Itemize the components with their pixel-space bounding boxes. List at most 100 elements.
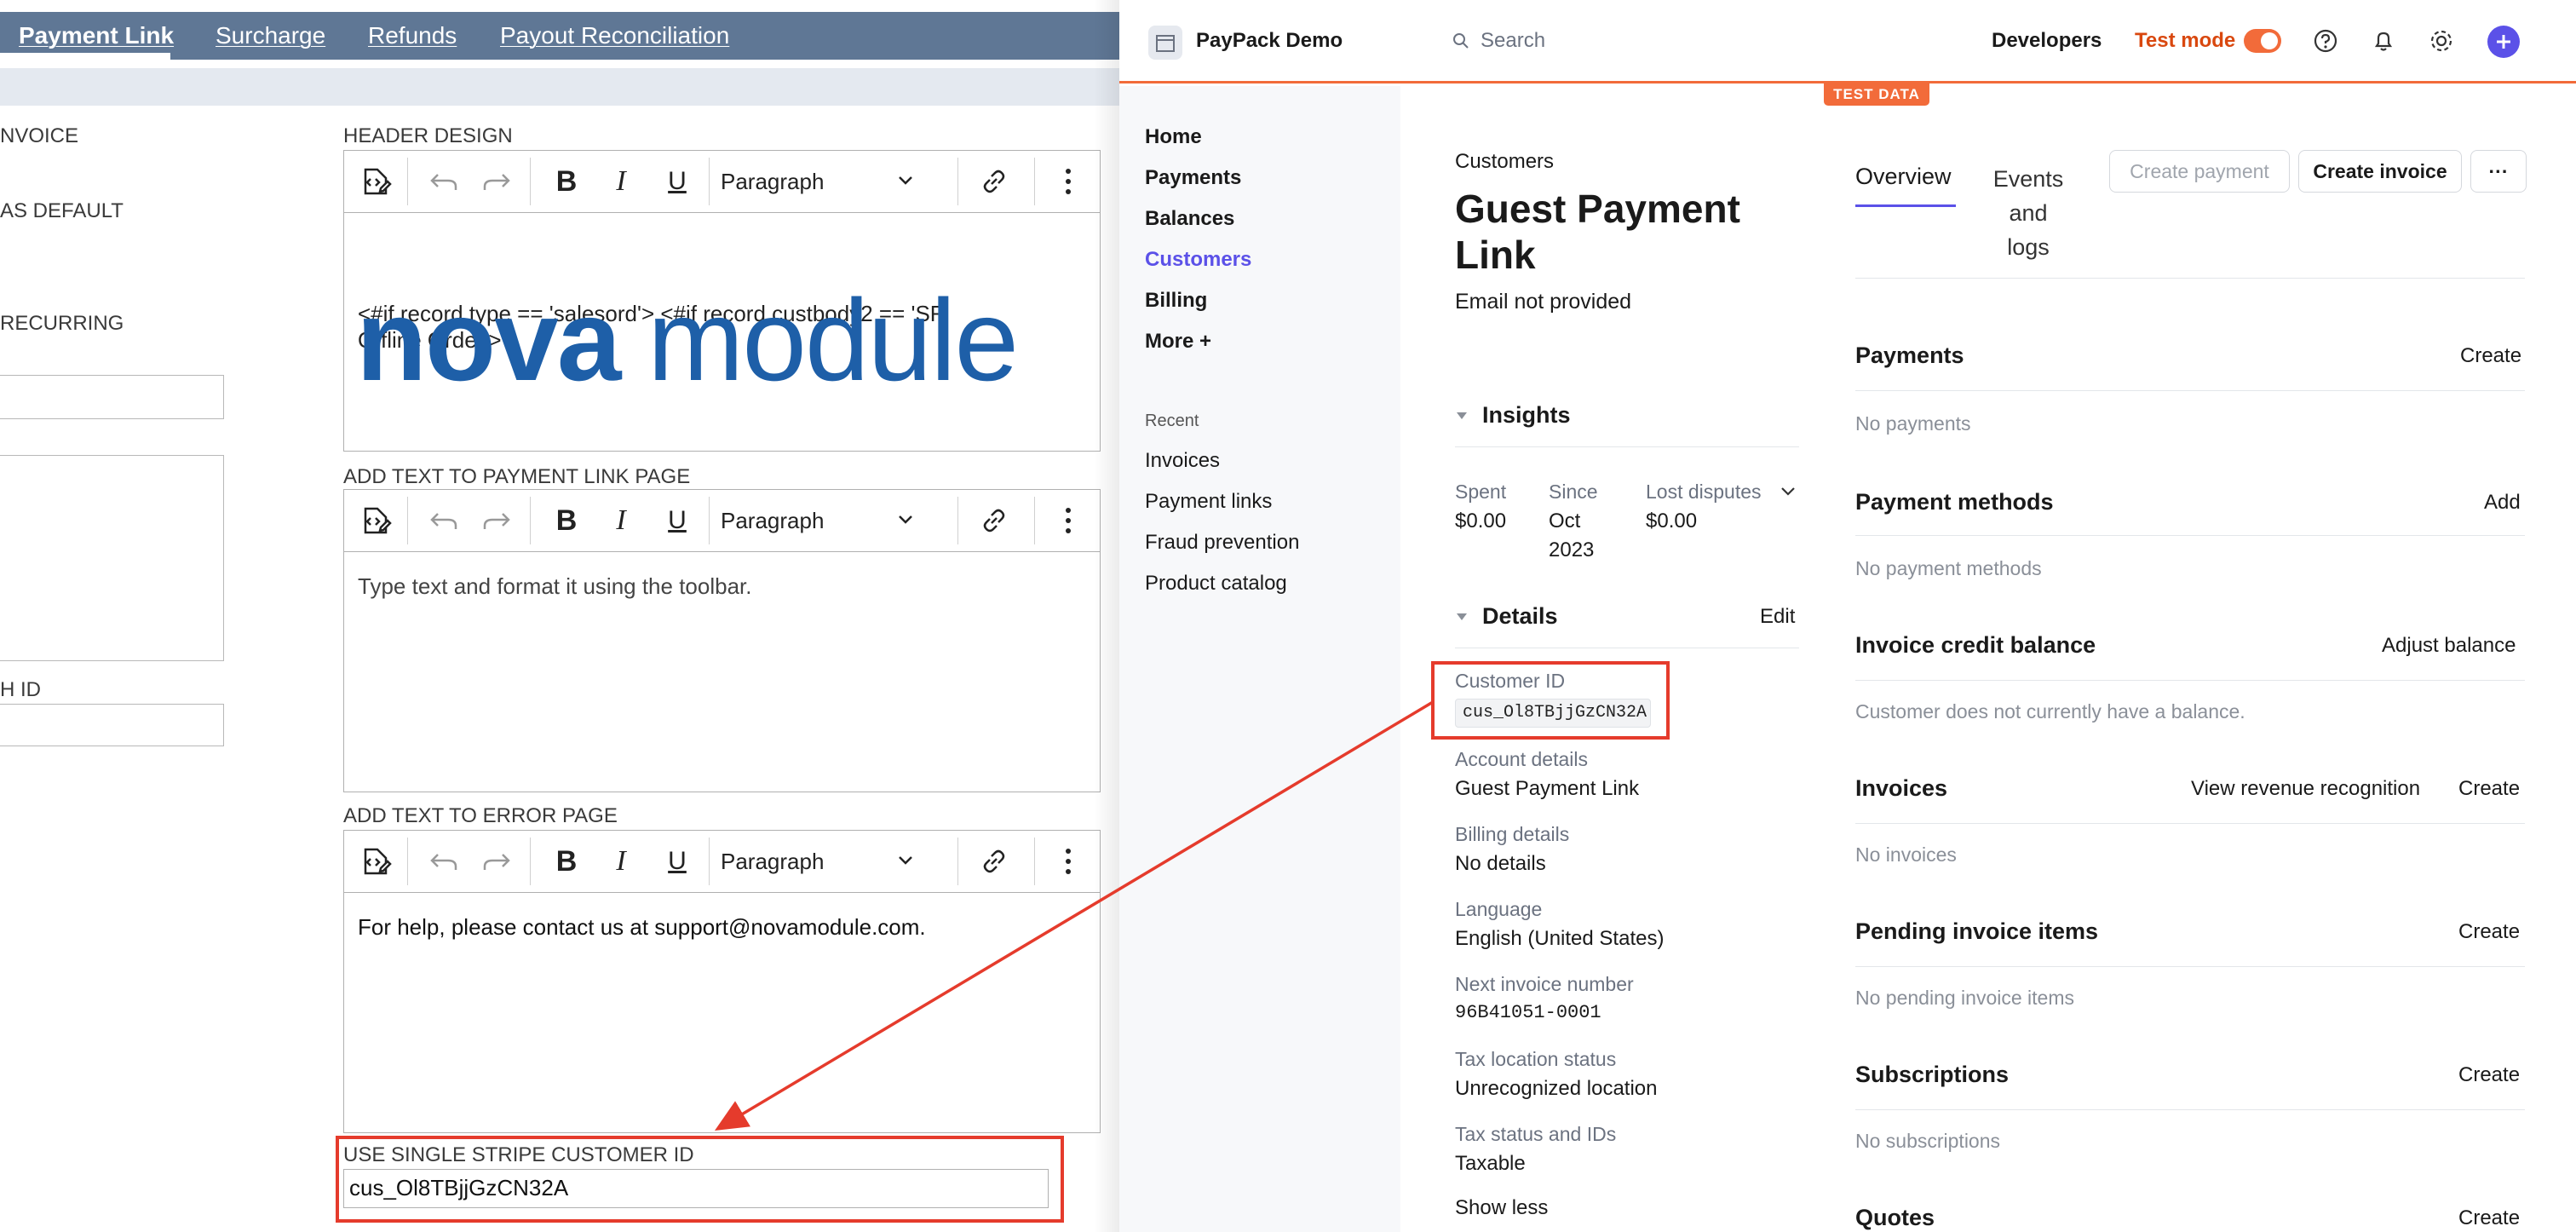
sidebar-item-home[interactable]: Home [1145,125,1202,149]
quotes-create-link[interactable]: Create [2458,1206,2520,1230]
field-label-id: H ID [0,678,41,701]
underline-icon[interactable]: U [653,151,702,212]
more-vertical-icon[interactable] [1043,490,1094,551]
paragraph-format-select[interactable]: Paragraph [710,490,934,551]
payments-create-link[interactable]: Create [2460,344,2521,368]
more-actions-button[interactable]: ··· [2470,150,2527,193]
recent-item-payment-links[interactable]: Payment links [1145,490,1272,514]
gear-icon[interactable] [2428,27,2455,55]
subscriptions-create-link[interactable]: Create [2458,1063,2520,1087]
caret-down-icon[interactable] [1455,409,1469,423]
text-field[interactable] [0,375,224,419]
payment-methods-add-link[interactable]: Add [2484,491,2521,515]
link-icon[interactable] [966,490,1022,551]
insights-title[interactable]: Insights [1482,402,1571,429]
more-vertical-icon[interactable] [1043,151,1094,212]
show-less-link[interactable]: Show less [1455,1196,1548,1220]
id-field[interactable] [0,704,224,746]
credit-balance-section-title: Invoice credit balance [1855,632,2096,658]
paragraph-format-select[interactable]: Paragraph [710,151,934,212]
recent-item-fraud-prevention[interactable]: Fraud prevention [1145,531,1299,555]
create-plus-icon[interactable] [2487,26,2520,58]
bold-icon[interactable]: B [542,151,591,212]
tab-events-and-logs[interactable]: Events and logs [1981,162,2075,264]
account-name[interactable]: PayPack Demo [1196,29,1343,53]
pending-items-create-link[interactable]: Create [2458,920,2520,944]
redo-icon[interactable] [472,831,521,892]
since-label: Since [1549,481,1598,503]
tab-payout-reconciliation[interactable]: Payout Reconciliation [500,22,729,49]
create-invoice-button[interactable]: Create invoice [2298,150,2462,193]
language-label: Language [1455,898,1543,920]
error-page-editor[interactable]: B I U Paragraph For help, please contact… [343,830,1101,1133]
single-customer-id-input[interactable]: cus_Ol8TBjjGzCN32A [343,1169,1049,1208]
store-icon[interactable] [1148,26,1182,60]
view-revenue-recognition-link[interactable]: View revenue recognition [2191,777,2420,801]
test-mode-toggle[interactable] [2244,29,2281,53]
chevron-down-icon [899,856,912,865]
sidebar-item-customers[interactable]: Customers [1145,248,1251,272]
breadcrumb-customers[interactable]: Customers [1455,150,1554,174]
tab-refunds[interactable]: Refunds [368,22,457,49]
adjust-balance-link[interactable]: Adjust balance [2382,634,2516,658]
redo-icon[interactable] [472,490,521,551]
more-vertical-icon[interactable] [1043,831,1094,892]
bold-icon[interactable]: B [542,490,591,551]
tab-overview[interactable]: Overview [1855,164,1952,190]
recent-item-invoices[interactable]: Invoices [1145,449,1220,473]
paragraph-format-select[interactable]: Paragraph [710,831,934,892]
undo-icon[interactable] [419,490,469,551]
link-icon[interactable] [966,831,1022,892]
undo-icon[interactable] [419,151,469,212]
error-page-text: For help, please contact us at support@n… [358,914,926,940]
invoices-create-link[interactable]: Create [2458,777,2520,801]
field-label-default: AS DEFAULT [0,199,124,222]
lost-disputes-value: $0.00 [1646,509,1698,533]
editor-toolbar: B I U Paragraph [344,831,1100,893]
bold-icon[interactable]: B [542,831,591,892]
link-icon[interactable] [966,151,1022,212]
customer-name-line-1: Guest Payment [1455,187,1740,231]
underline-icon[interactable]: U [653,490,702,551]
sidebar-item-balances[interactable]: Balances [1145,207,1234,231]
details-title[interactable]: Details [1482,603,1558,630]
sidebar-item-billing[interactable]: Billing [1145,289,1207,313]
language-value: English (United States) [1455,927,1665,950]
divider [1855,390,2525,391]
pending-items-section-title: Pending invoice items [1855,918,2099,944]
underline-icon[interactable]: U [653,831,702,892]
recent-item-product-catalog[interactable]: Product catalog [1145,572,1287,596]
customer-id-value[interactable]: cus_Ol8TBjjGzCN32A [1455,699,1651,728]
paragraph-format-value: Paragraph [721,168,825,194]
caret-down-icon[interactable] [1455,610,1469,624]
header-design-editor[interactable]: B I U Paragraph <#if record.type == 'sal… [343,150,1101,452]
italic-icon[interactable]: I [596,490,646,551]
help-icon[interactable] [2312,27,2339,55]
source-code-icon[interactable] [349,490,402,551]
lost-disputes-label: Lost disputes [1646,481,1762,503]
payment-link-page-editor[interactable]: B I U Paragraph Type text and format it … [343,489,1101,792]
search-input[interactable]: Search [1481,29,1545,53]
tab-events-line-2: and [2009,200,2048,226]
since-value-month: Oct [1549,509,1581,533]
textarea-field[interactable] [0,455,224,661]
paragraph-format-value: Paragraph [721,507,825,533]
developers-link[interactable]: Developers [1992,29,2102,53]
sidebar-item-payments[interactable]: Payments [1145,166,1241,190]
undo-icon[interactable] [419,831,469,892]
tax-location-value: Unrecognized location [1455,1077,1658,1100]
customer-id-label: Customer ID [1455,670,1566,692]
tab-surcharge[interactable]: Surcharge [216,22,325,49]
tab-payment-link[interactable]: Payment Link [19,22,174,49]
pending-items-empty: No pending invoice items [1855,987,2074,1009]
redo-icon[interactable] [472,151,521,212]
source-code-icon[interactable] [349,831,402,892]
create-payment-button[interactable]: Create payment [2109,150,2290,193]
source-code-icon[interactable] [349,151,402,212]
sidebar-item-more[interactable]: More + [1145,330,1211,354]
italic-icon[interactable]: I [596,151,646,212]
chevron-down-icon[interactable] [1779,482,1797,501]
details-edit-link[interactable]: Edit [1760,605,1795,629]
bell-icon[interactable] [2370,27,2397,55]
italic-icon[interactable]: I [596,831,646,892]
